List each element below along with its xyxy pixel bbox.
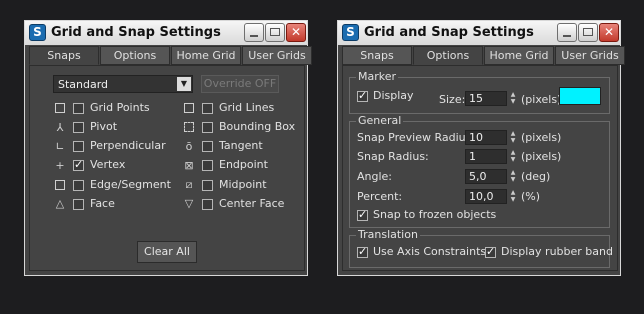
chevron-down-icon[interactable]: ▼: [177, 77, 191, 91]
app-logo-icon: [29, 24, 46, 41]
tab-bar: Snaps Options Home Grid User Grids: [29, 46, 313, 65]
snap-preview-radius-spinner[interactable]: ▲ ▼: [509, 130, 517, 145]
grid-snap-window-snaps: Grid and Snap Settings Snaps Options Hom…: [24, 20, 312, 276]
app-logo-icon: [342, 24, 359, 41]
tab-home-grid[interactable]: Home Grid: [484, 46, 554, 65]
snap-radius-unit: (pixels): [521, 150, 562, 163]
snap-radius-label: Snap Radius:: [357, 150, 429, 163]
center-face-checkbox[interactable]: [202, 199, 213, 210]
override-button[interactable]: Override OFF: [201, 75, 279, 93]
snap-frozen-label: Snap to frozen objects: [373, 208, 497, 221]
midpoint-label: Midpoint: [219, 178, 267, 191]
size-spinner[interactable]: ▲ ▼: [509, 91, 517, 106]
tab-options[interactable]: Options: [100, 46, 170, 65]
display-checkbox[interactable]: [357, 89, 368, 102]
perpendicular-icon: ∟: [55, 140, 65, 153]
face-label: Face: [90, 197, 115, 210]
angle-unit: (deg): [521, 170, 551, 183]
angle-label: Angle:: [357, 170, 393, 183]
center-face-icon: ▽: [184, 197, 194, 210]
tangent-label: Tangent: [219, 139, 263, 152]
face-icon: △: [55, 197, 65, 210]
axis-constraints-label: Use Axis Constraints: [373, 245, 487, 258]
percent-label: Percent:: [357, 190, 403, 203]
title-bar[interactable]: Grid and Snap Settings: [25, 21, 307, 45]
perpendicular-label: Perpendicular: [90, 139, 166, 152]
endpoint-label: Endpoint: [219, 158, 268, 171]
translation-group-title: Translation: [356, 228, 420, 241]
maximize-button[interactable]: [265, 23, 285, 42]
angle-spinner[interactable]: ▲ ▼: [509, 169, 517, 184]
edge-segment-icon: [55, 180, 65, 190]
tangent-icon: ō: [185, 140, 193, 153]
grid-points-checkbox[interactable]: [73, 103, 84, 114]
axis-constraints-checkbox[interactable]: [357, 245, 368, 258]
tab-user-grids[interactable]: User Grids: [555, 46, 625, 65]
window-title: Grid and Snap Settings: [364, 25, 534, 40]
edge-segment-checkbox[interactable]: [73, 180, 84, 191]
snap-preview-radius-unit: (pixels): [521, 131, 562, 144]
tab-options[interactable]: Options: [413, 46, 483, 65]
percent-unit: (%): [521, 190, 541, 203]
tangent-checkbox[interactable]: [202, 141, 213, 152]
close-button[interactable]: [599, 23, 619, 42]
pivot-icon: ⅄: [56, 121, 64, 134]
grid-lines-checkbox[interactable]: [202, 103, 213, 114]
snap-preview-radius-input[interactable]: 10: [465, 130, 507, 145]
pivot-label: Pivot: [90, 120, 118, 133]
marker-color-swatch[interactable]: [559, 87, 601, 105]
grid-lines-label: Grid Lines: [219, 101, 275, 114]
grid-points-label: Grid Points: [90, 101, 150, 114]
display-label: Display: [373, 89, 414, 102]
vertex-checkbox[interactable]: [73, 158, 84, 171]
snap-type-value: Standard: [58, 78, 109, 91]
endpoint-icon: ⊠: [184, 159, 194, 172]
snap-type-dropdown[interactable]: Standard ▼: [53, 75, 193, 93]
snap-radius-spinner[interactable]: ▲ ▼: [509, 149, 517, 164]
window-title: Grid and Snap Settings: [51, 25, 221, 40]
minimize-button[interactable]: [244, 23, 264, 42]
title-bar[interactable]: Grid and Snap Settings: [338, 21, 620, 45]
clear-all-button[interactable]: Clear All: [137, 241, 197, 263]
snap-frozen-checkbox[interactable]: [357, 208, 368, 221]
percent-input[interactable]: 10,0: [465, 189, 507, 204]
maximize-button[interactable]: [578, 23, 598, 42]
snap-preview-radius-label: Snap Preview Radius:: [357, 131, 476, 144]
vertex-icon: +: [55, 159, 65, 172]
face-checkbox[interactable]: [73, 199, 84, 210]
marker-group-title: Marker: [356, 70, 399, 83]
rubber-band-checkbox[interactable]: [485, 245, 496, 258]
bounding-box-icon: [184, 122, 194, 132]
rubber-band-label: Display rubber band: [501, 245, 613, 258]
tab-user-grids[interactable]: User Grids: [242, 46, 312, 65]
grid-lines-icon: [184, 103, 194, 113]
pivot-checkbox[interactable]: [73, 122, 84, 133]
size-input[interactable]: 15: [465, 91, 507, 106]
edge-segment-label: Edge/Segment: [90, 178, 171, 191]
grid-points-icon: [55, 103, 65, 113]
size-unit: (pixels): [521, 93, 562, 106]
bounding-box-label: Bounding Box: [219, 120, 296, 133]
tab-snaps[interactable]: Snaps: [342, 46, 412, 65]
general-group-title: General: [356, 114, 404, 127]
tab-home-grid[interactable]: Home Grid: [171, 46, 241, 65]
percent-spinner[interactable]: ▲ ▼: [509, 189, 517, 204]
midpoint-icon: ⧄: [185, 178, 193, 191]
close-button[interactable]: [286, 23, 306, 42]
snap-radius-input[interactable]: 1: [465, 149, 507, 164]
tab-bar: Snaps Options Home Grid User Grids: [342, 46, 626, 65]
vertex-label: Vertex: [90, 158, 126, 171]
size-label: Size:: [439, 93, 466, 106]
bounding-box-checkbox[interactable]: [202, 122, 213, 133]
endpoint-checkbox[interactable]: [202, 160, 213, 171]
midpoint-checkbox[interactable]: [202, 180, 213, 191]
tab-snaps[interactable]: Snaps: [29, 46, 99, 65]
center-face-label: Center Face: [219, 197, 285, 210]
minimize-button[interactable]: [557, 23, 577, 42]
angle-input[interactable]: 5,0: [465, 169, 507, 184]
perpendicular-checkbox[interactable]: [73, 141, 84, 152]
